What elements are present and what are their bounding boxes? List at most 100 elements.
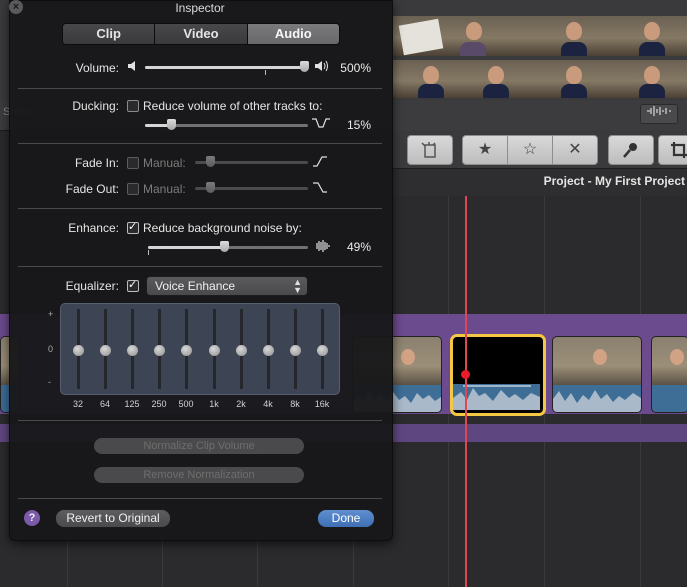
divider: [18, 498, 382, 499]
updown-chevron-icon: ▲ ▼: [293, 277, 302, 295]
adjustments-toolbar: ★ ☆ ✕: [392, 130, 687, 168]
star-outline-icon: ☆: [522, 141, 538, 158]
done-button[interactable]: Done: [317, 509, 375, 528]
filmstrip-thumb[interactable]: [536, 60, 615, 98]
eq-band-frequency-label: 1k: [209, 399, 219, 409]
crop-icon: [671, 142, 687, 158]
filmstrip-thumb[interactable]: [458, 60, 537, 98]
equalizer-preset-value: Voice Enhance: [155, 279, 236, 293]
equalizer-checkbox[interactable]: [127, 278, 139, 292]
eq-band-knob[interactable]: [263, 345, 274, 356]
fade-out-curve-icon: [313, 181, 327, 196]
enhance-wand-icon: [421, 142, 436, 158]
volume-value: 500%: [340, 61, 371, 75]
ducking-value: 15%: [346, 118, 371, 132]
inspector-panel: [9, 0, 393, 541]
tab-video[interactable]: Video: [155, 24, 248, 44]
eq-band-frequency-label: 2k: [236, 399, 246, 409]
eq-scale-minus: -: [48, 377, 51, 387]
remove-normalization-button[interactable]: Remove Normalization: [94, 467, 304, 483]
tab-clip[interactable]: Clip: [63, 24, 156, 44]
eq-band-knob[interactable]: [181, 345, 192, 356]
eq-band-frequency-label: 500: [178, 399, 194, 409]
timeline-clip[interactable]: [552, 336, 642, 413]
divider: [18, 143, 382, 144]
ducking-curve-icon: [312, 117, 330, 132]
inspector-title: Inspector: [175, 1, 225, 15]
fade-in-curve-icon: [313, 155, 327, 170]
eq-band-frequency-label: 64: [99, 399, 110, 409]
fade-out-label: Fade Out:: [65, 182, 119, 196]
noise-wave-icon: [314, 239, 330, 256]
playhead[interactable]: [465, 196, 467, 587]
eq-band-knob[interactable]: [73, 345, 84, 356]
filmstrip-thumb[interactable]: [614, 60, 687, 98]
eq-band-frequency-label: 8k: [290, 399, 300, 409]
noise-reduction-label: Reduce background noise by:: [143, 221, 302, 235]
divider: [18, 420, 382, 421]
playhead-handle[interactable]: [461, 370, 470, 379]
normalize-clip-volume-button[interactable]: Normalize Clip Volume: [94, 438, 304, 454]
noise-reduction-slider-knob[interactable]: [220, 241, 229, 252]
volume-label: Volume:: [75, 61, 119, 75]
inspector-tabs: Clip Video Audio: [62, 23, 340, 45]
eq-band-frequency-label: 4k: [263, 399, 273, 409]
ducking-label: Ducking:: [72, 99, 119, 113]
volume-100-tick: [265, 70, 266, 75]
eq-band-frequency-label: 16k: [314, 399, 330, 409]
noise-reduction-value: 49%: [346, 240, 371, 254]
reject-button[interactable]: ✕: [552, 135, 598, 165]
eq-scale-zero: 0: [48, 344, 54, 354]
fade-in-slider-knob[interactable]: [206, 156, 215, 167]
eq-band-knob[interactable]: [127, 345, 138, 356]
divider: [18, 208, 382, 209]
divider: [18, 266, 382, 267]
fade-in-checkbox[interactable]: [127, 157, 139, 169]
timeline-clip[interactable]: [651, 336, 687, 413]
equalizer-label: Equalizer:: [65, 279, 119, 293]
microphone-icon: [623, 143, 637, 158]
voiceover-button[interactable]: [608, 135, 654, 165]
eq-band-frequency-label: 250: [151, 399, 167, 409]
eq-band-knob[interactable]: [236, 345, 247, 356]
waveform-icon: [647, 106, 671, 116]
filmstrip-thumb[interactable]: [536, 16, 615, 56]
favorite-button[interactable]: ★: [462, 135, 508, 165]
star-filled-icon: ★: [477, 141, 493, 158]
volume-slider[interactable]: [145, 66, 309, 69]
eq-band-knob[interactable]: [100, 345, 111, 356]
close-icon[interactable]: ×: [9, 0, 23, 14]
help-button[interactable]: ?: [24, 510, 40, 526]
x-icon: ✕: [568, 141, 582, 158]
filmstrip-thumb[interactable]: [458, 16, 537, 56]
project-title: Project - My First Project: [543, 174, 685, 188]
waveform-toggle-button[interactable]: [640, 104, 678, 124]
crop-button[interactable]: [658, 135, 687, 165]
filmstrip-thumb[interactable]: [614, 16, 687, 56]
eq-band-frequency-label: 32: [72, 399, 83, 409]
unmark-button[interactable]: ☆: [507, 135, 553, 165]
fade-out-slider-knob[interactable]: [206, 182, 215, 193]
equalizer-preset-select[interactable]: Voice Enhance ▲ ▼: [146, 276, 308, 296]
eq-band-knob[interactable]: [154, 345, 165, 356]
slider-min-tick: [148, 250, 149, 255]
fade-in-label: Fade In:: [74, 156, 119, 170]
fade-in-manual-label: Manual:: [143, 156, 186, 170]
enhance-label: Enhance:: [68, 221, 119, 235]
noise-reduction-checkbox[interactable]: [127, 220, 139, 234]
ducking-checkbox[interactable]: [127, 100, 139, 112]
revert-to-original-button[interactable]: Revert to Original: [55, 509, 171, 528]
eq-band-knob[interactable]: [290, 345, 301, 356]
enhance-button[interactable]: [407, 135, 453, 165]
tab-audio[interactable]: Audio: [247, 24, 339, 44]
eq-scale-plus: +: [48, 309, 54, 319]
volume-slider-knob[interactable]: [300, 61, 309, 72]
fade-out-manual-label: Manual:: [143, 182, 186, 196]
eq-band-frequency-label: 125: [124, 399, 140, 409]
eq-band-knob[interactable]: [209, 345, 220, 356]
eq-band-knob[interactable]: [317, 345, 328, 356]
fade-out-checkbox[interactable]: [127, 183, 139, 195]
speaker-low-icon: [127, 60, 139, 75]
ducking-slider-knob[interactable]: [167, 119, 176, 130]
divider: [18, 88, 382, 89]
